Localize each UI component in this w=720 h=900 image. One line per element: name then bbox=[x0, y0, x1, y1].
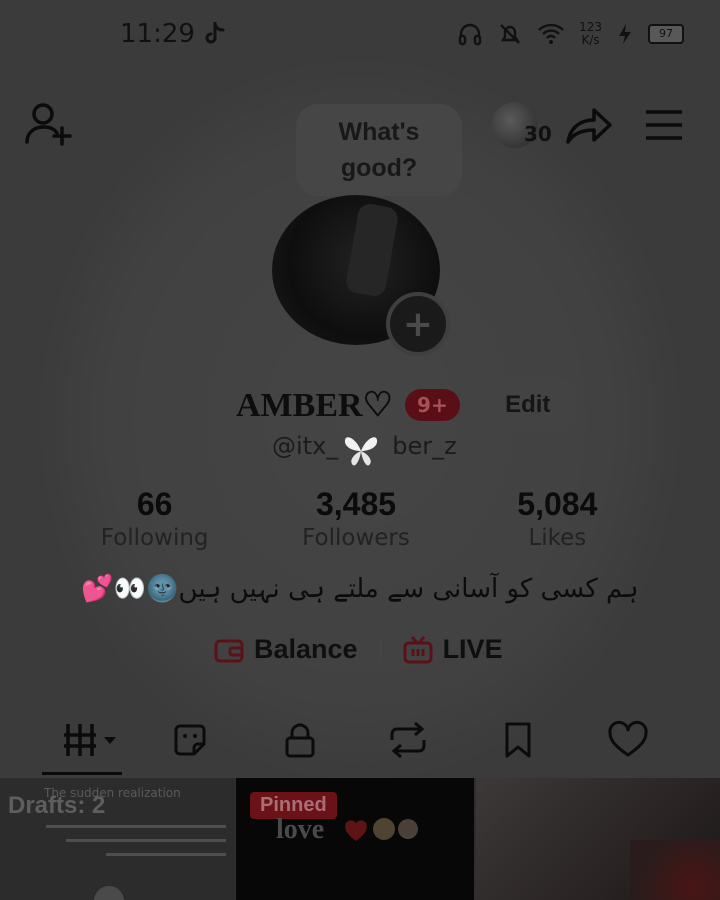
tab-reposts[interactable] bbox=[378, 712, 438, 768]
whats-good-prompt[interactable]: What's good? bbox=[296, 104, 462, 196]
battery-level: 97 bbox=[648, 24, 684, 44]
tab-videos[interactable] bbox=[58, 712, 122, 768]
status-time: 11:29 bbox=[120, 19, 225, 49]
repost-icon bbox=[390, 721, 426, 759]
video-thumbnail bbox=[630, 840, 720, 900]
menu-icon[interactable] bbox=[644, 108, 684, 142]
edit-profile-button[interactable]: Edit bbox=[479, 378, 576, 432]
profile-top-bar: What's good? 30 bbox=[24, 100, 684, 196]
bell-muted-icon bbox=[500, 24, 520, 44]
active-tab-indicator bbox=[42, 772, 122, 775]
video-grid: The sudden realization Drafts: 2 Pinned … bbox=[0, 778, 720, 900]
stat-following[interactable]: 66 Following bbox=[54, 486, 255, 551]
clock: 11:29 bbox=[120, 19, 195, 49]
headphones-icon bbox=[458, 23, 482, 46]
profile-links: Balance LIVE bbox=[214, 634, 503, 665]
add-story-icon[interactable]: + bbox=[386, 292, 450, 356]
videos-grid-icon bbox=[64, 724, 116, 756]
pinned-video-text: love bbox=[276, 814, 325, 845]
tab-stickers[interactable] bbox=[160, 712, 220, 768]
stat-followers[interactable]: 3,485 Followers bbox=[255, 486, 456, 551]
live-link[interactable]: LIVE bbox=[403, 634, 503, 665]
add-user-icon[interactable] bbox=[24, 100, 72, 148]
tiktok-icon bbox=[205, 22, 225, 44]
bookmark-icon bbox=[505, 722, 531, 758]
heart-emoji-icon bbox=[345, 818, 418, 841]
content-tabs bbox=[0, 712, 720, 778]
name-row: ‪AMBER♡ 9+ Edit bbox=[236, 378, 576, 432]
charging-icon bbox=[619, 24, 631, 44]
link-divider bbox=[379, 636, 381, 663]
butterfly-icon bbox=[344, 437, 378, 466]
video-tile[interactable] bbox=[476, 778, 720, 900]
wallet-icon bbox=[214, 639, 244, 662]
sticker-icon bbox=[174, 724, 206, 756]
live-tv-icon bbox=[403, 635, 433, 663]
balance-link[interactable]: Balance bbox=[214, 634, 358, 665]
network-speed: 123 K/s bbox=[579, 20, 602, 47]
profile-bio: ہم کسی کو آسانی سے ملتے ہی نہیں ہیں🌚👀💕 bbox=[81, 574, 639, 604]
tab-saved[interactable] bbox=[488, 712, 548, 768]
lock-icon bbox=[285, 723, 315, 758]
play-dot bbox=[94, 886, 124, 900]
share-icon[interactable] bbox=[564, 102, 614, 148]
friends-count: 30 bbox=[524, 122, 552, 146]
notification-badge[interactable]: 9+ bbox=[405, 389, 460, 421]
tab-private[interactable] bbox=[270, 712, 330, 768]
drafts-text-preview bbox=[16, 814, 226, 867]
status-icons: 123 K/s 97 bbox=[457, 21, 684, 47]
pinned-video-tile[interactable]: Pinned love bbox=[236, 778, 474, 900]
profile-stats: 66 Following 3,485 Followers 5,084 Likes bbox=[54, 486, 658, 551]
display-name: ‪AMBER♡ bbox=[236, 387, 394, 424]
stat-likes[interactable]: 5,084 Likes bbox=[456, 486, 658, 551]
avatar-photo bbox=[344, 202, 400, 298]
heart-icon bbox=[608, 720, 648, 757]
drafts-tile[interactable]: The sudden realization Drafts: 2 bbox=[0, 778, 234, 900]
tab-liked[interactable] bbox=[598, 712, 658, 768]
status-bar: 11:29 123 K/s 97 bbox=[120, 14, 684, 54]
wifi-icon bbox=[538, 23, 564, 44]
